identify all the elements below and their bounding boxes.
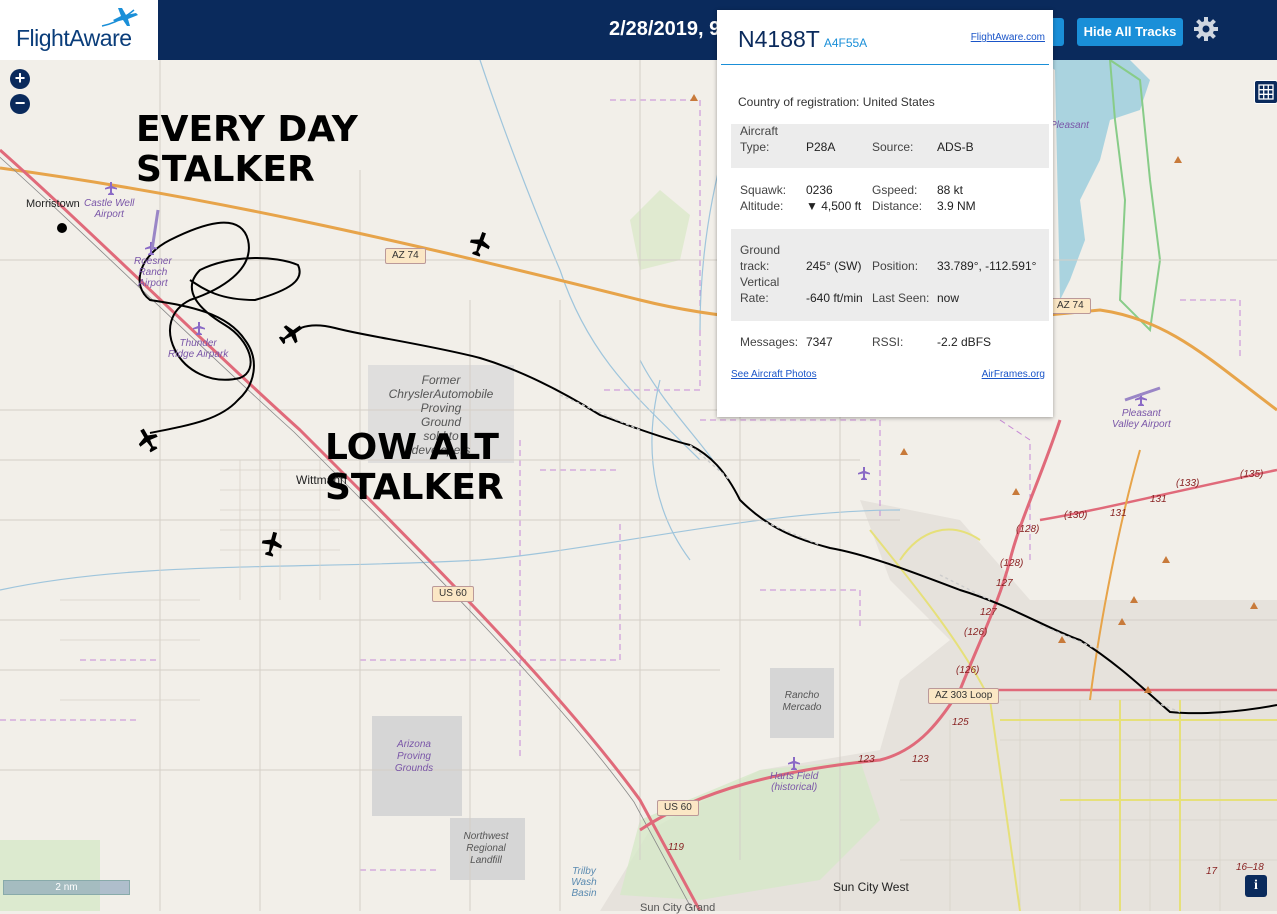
annotation-low-alt-stalker: LOW ALT STALKER xyxy=(325,427,504,508)
shield-az74-east: AZ 74 xyxy=(1050,298,1091,314)
road-number: (135) xyxy=(1240,469,1264,480)
label-rancho-mercado: Rancho Mercado xyxy=(782,690,822,713)
label-roesner-ranch-airport: Roesner Ranch Airport xyxy=(134,256,172,289)
scale-bar: 2 nm xyxy=(3,880,130,895)
label-pleasant-valley-airport: Pleasant Valley Airport xyxy=(1112,408,1171,430)
gspeed-value: 88 kt xyxy=(937,183,964,197)
country-of-registration: Country of registration: United States xyxy=(738,95,935,109)
road-number: 17 xyxy=(1206,866,1218,877)
aircraft-type-label: Aircraft Type: xyxy=(740,124,779,154)
zoom-in-button[interactable]: + xyxy=(10,69,30,89)
distance-value: 3.9 NM xyxy=(937,199,976,213)
road-number: 125 xyxy=(952,717,969,728)
source-label: Source: xyxy=(872,140,914,154)
logo-text: FlightAware xyxy=(16,25,132,51)
rssi-label: RSSI: xyxy=(872,335,904,349)
road-number: (128) xyxy=(1000,558,1024,569)
label-thunder-ridge-airpark: Thunder Ridge Airpark xyxy=(168,338,229,360)
distance-label: Distance: xyxy=(872,199,923,213)
last-seen-value: now xyxy=(937,291,960,305)
altitude-value: ▼ 4,500 ft xyxy=(806,199,862,213)
road-number: (130) xyxy=(1064,510,1088,521)
shield-az74: AZ 74 xyxy=(385,248,426,264)
label-northwest-landfill: Northwest Regional Landfill xyxy=(463,831,509,866)
flightaware-link[interactable]: FlightAware.com xyxy=(971,32,1045,43)
aircraft-registration: N4188T A4F55A xyxy=(738,26,868,52)
popup-divider xyxy=(721,64,1049,65)
road-number: 127 xyxy=(996,578,1013,589)
shield-us60-south: US 60 xyxy=(657,800,699,816)
ground-track-value: 245° (SW) xyxy=(806,259,862,273)
road-number: 123 xyxy=(858,754,875,765)
position-label: Position: xyxy=(872,259,919,273)
airframes-link[interactable]: AirFrames.org xyxy=(982,369,1045,380)
aircraft-type-value: P28A xyxy=(806,140,836,154)
layers-grid-button[interactable] xyxy=(1254,80,1277,104)
altitude-label: Altitude: xyxy=(740,199,784,213)
road-number: (126) xyxy=(964,627,988,638)
shield-az303: AZ 303 Loop xyxy=(928,688,1000,704)
road-number: 16–18 xyxy=(1236,862,1264,873)
label-trilby-wash-basin: Trilby Wash Basin xyxy=(571,866,597,899)
label-castle-well-airport: Castle Well Airport xyxy=(84,198,135,220)
town-sun-city-grand: Sun City Grand xyxy=(640,902,716,914)
messages-value: 7347 xyxy=(806,335,833,349)
info-button[interactable]: i xyxy=(1245,875,1267,897)
label-pleasant: Pleasant xyxy=(1050,120,1089,131)
vertical-rate-label: Vertical Rate: xyxy=(740,275,780,305)
label-harts-field: Harts Field (historical) xyxy=(770,771,819,793)
road-number: 123 xyxy=(912,754,929,765)
aircraft-hex-code: A4F55A xyxy=(823,36,868,50)
town-sun-city-west: Sun City West xyxy=(833,880,909,894)
road-number: 127 xyxy=(980,607,997,618)
road-number: 119 xyxy=(668,842,684,853)
vertical-rate-value: -640 ft/min xyxy=(806,291,863,305)
ground-track-label: Ground track: xyxy=(740,243,781,273)
label-arizona-proving-grounds: Arizona Proving Grounds xyxy=(394,739,434,774)
gear-icon[interactable] xyxy=(1193,16,1219,42)
source-value: ADS-B xyxy=(937,140,974,154)
shield-us60: US 60 xyxy=(432,586,474,602)
annotation-every-day-stalker: EVERY DAY STALKER xyxy=(136,109,358,190)
road-number: (128) xyxy=(1016,524,1040,535)
road-number: 131 xyxy=(1150,494,1167,505)
road-number: (133) xyxy=(1176,478,1200,489)
flightaware-logo[interactable]: FlightAware xyxy=(0,0,158,60)
road-number: 131 xyxy=(1110,508,1127,519)
position-value: 33.789°, -112.591° xyxy=(937,259,1037,273)
see-aircraft-photos-link[interactable]: See Aircraft Photos xyxy=(731,369,817,380)
grid-icon xyxy=(1258,84,1274,100)
gspeed-label: Gspeed: xyxy=(872,183,918,197)
aircraft-info-popup: N4188T A4F55A FlightAware.com Country of … xyxy=(717,10,1053,417)
morristown-dot xyxy=(57,223,67,233)
town-morristown: Morristown xyxy=(26,198,80,210)
messages-label: Messages: xyxy=(740,335,799,349)
zoom-out-button[interactable]: − xyxy=(10,94,30,114)
road-number: (126) xyxy=(956,665,980,676)
hide-all-tracks-button[interactable]: Hide All Tracks xyxy=(1077,18,1183,46)
header-date-time: 2/28/2019, 9 xyxy=(609,18,721,40)
last-seen-label: Last Seen: xyxy=(872,291,930,305)
green-urban-2 xyxy=(0,840,100,911)
rssi-value: -2.2 dBFS xyxy=(937,335,992,349)
squawk-label: Squawk: xyxy=(740,183,787,197)
squawk-value: 0236 xyxy=(806,183,833,197)
